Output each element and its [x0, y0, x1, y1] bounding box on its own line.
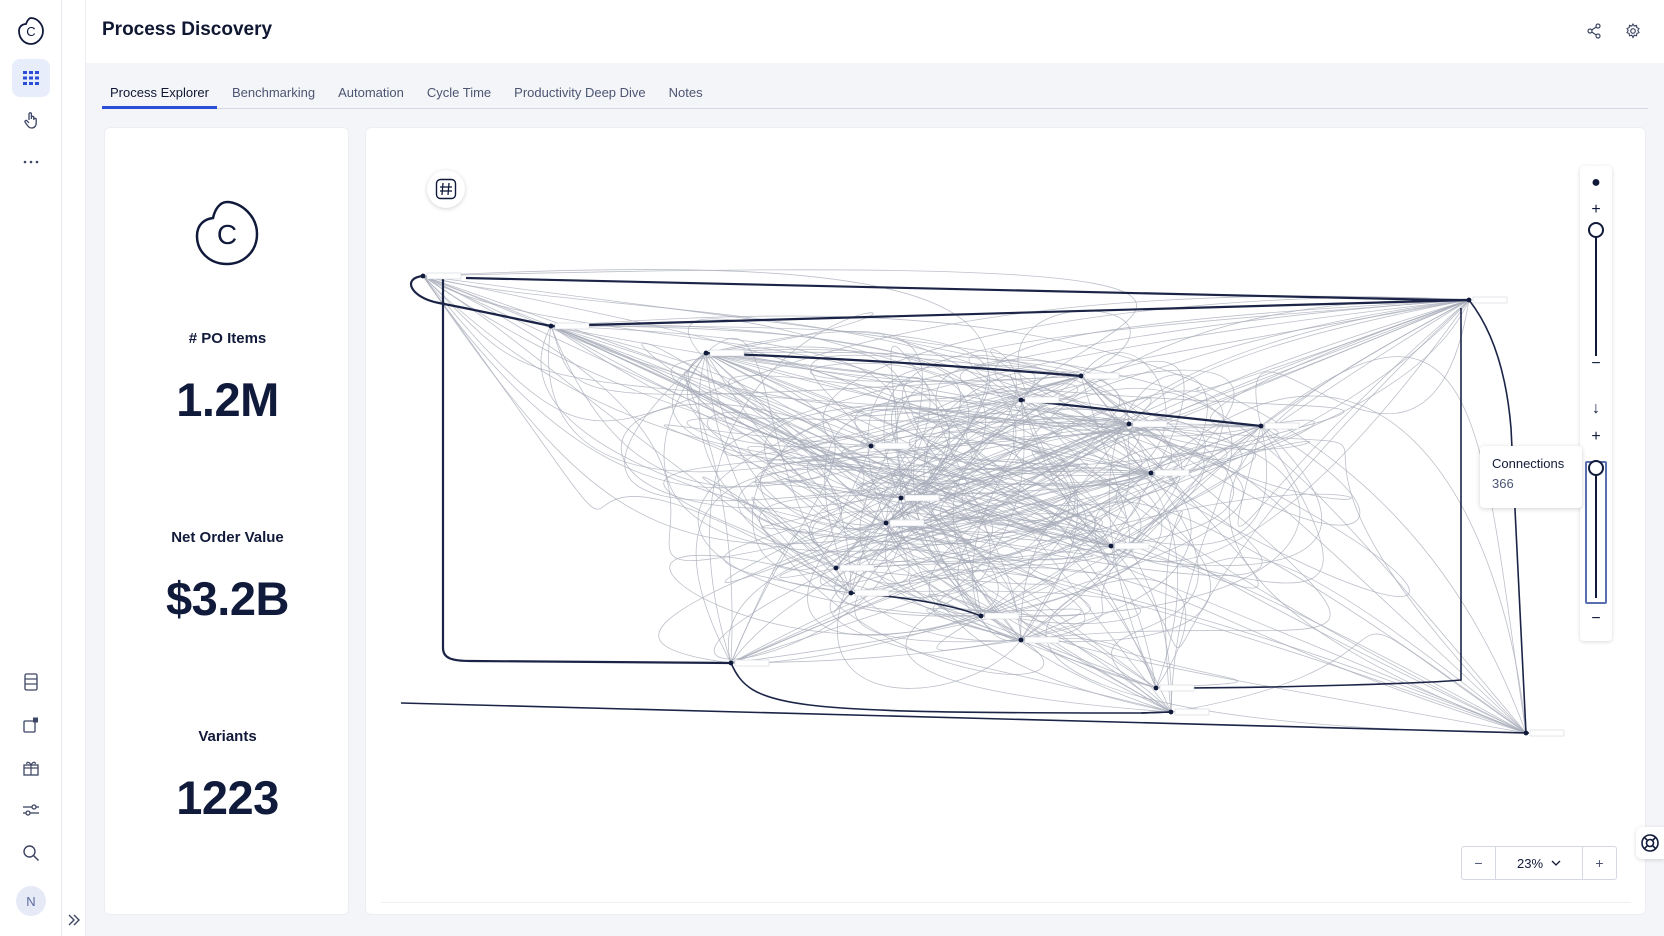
connections-slider-handle[interactable]	[1588, 460, 1604, 476]
sidebar-gutter	[62, 0, 86, 936]
activity-plus-button[interactable]: +	[1580, 202, 1612, 218]
connections-slider-track[interactable]	[1595, 466, 1597, 598]
po-items-value: 1.2M	[176, 373, 279, 426]
hand-pointer-icon[interactable]	[12, 101, 50, 139]
avatar[interactable]: N	[16, 886, 46, 916]
graph-sliders-panel: ● + − ↓ + −	[1580, 166, 1612, 641]
gear-icon[interactable]	[1622, 20, 1644, 42]
double-chevron-right-icon[interactable]	[64, 910, 84, 930]
connections-minus-button[interactable]: −	[1580, 611, 1612, 627]
external-link-icon[interactable]	[12, 706, 50, 744]
zoom-control: − 23% +	[1461, 846, 1617, 880]
share-icon[interactable]	[1583, 20, 1605, 42]
svg-text:C: C	[26, 24, 35, 39]
net-order-value-label: Net Order Value	[171, 529, 284, 546]
hash-icon[interactable]	[427, 170, 465, 208]
connections-arrow-icon: ↓	[1592, 400, 1600, 417]
connections-plus-button[interactable]: +	[1580, 429, 1612, 445]
search-icon[interactable]	[12, 834, 50, 872]
tab-notes[interactable]: Notes	[661, 82, 711, 109]
activity-slider-track[interactable]	[1595, 228, 1597, 356]
zoom-in-button[interactable]: +	[1583, 847, 1616, 879]
page-title: Process Discovery	[102, 19, 273, 40]
variants-label: Variants	[198, 728, 257, 745]
activity-slider-handle[interactable]	[1588, 222, 1604, 238]
sliders-icon[interactable]	[12, 791, 50, 829]
tab-bar: Process Explorer Benchmarking Automation…	[102, 82, 1648, 109]
tab-benchmarking[interactable]: Benchmarking	[224, 82, 323, 109]
process-graph[interactable]	[381, 128, 1631, 903]
variants-value: 1223	[176, 771, 279, 824]
po-items-label: # PO Items	[188, 330, 267, 347]
zoom-level-value: 23%	[1516, 855, 1544, 871]
tooltip-value: 366	[1492, 476, 1514, 491]
kpi-card: C # PO Items 1.2M Net Order Value $3.2B …	[104, 127, 349, 915]
tab-cycle-time[interactable]: Cycle Time	[419, 82, 499, 109]
zoom-level-select[interactable]: 23%	[1495, 847, 1583, 879]
logo-icon[interactable]: C	[12, 12, 50, 50]
svg-text:C: C	[217, 219, 237, 250]
connections-tooltip: Connections 366	[1480, 446, 1582, 508]
tab-process-explorer[interactable]: Process Explorer	[102, 82, 217, 109]
process-graph-card: ● + − ↓ + − Connections 366 − 23% +	[365, 127, 1646, 915]
more-icon[interactable]	[12, 143, 50, 181]
apps-grid-icon[interactable]	[12, 59, 50, 97]
document-icon[interactable]	[12, 663, 50, 701]
lifebuoy-icon[interactable]	[1636, 827, 1664, 859]
process-graph-canvas[interactable]: ● + − ↓ + − Connections 366 − 23% +	[381, 128, 1631, 903]
activity-minus-button[interactable]: −	[1580, 356, 1612, 372]
sidebar: C N	[0, 0, 62, 936]
gift-icon[interactable]	[12, 748, 50, 786]
tooltip-label: Connections	[1492, 456, 1565, 471]
zoom-out-button[interactable]: −	[1462, 847, 1495, 879]
net-order-value: $3.2B	[166, 572, 289, 625]
activity-dot-icon: ●	[1591, 174, 1601, 191]
tab-automation[interactable]: Automation	[330, 82, 412, 109]
tab-productivity-deep-dive[interactable]: Productivity Deep Dive	[506, 82, 654, 109]
chevron-down-icon	[1551, 860, 1561, 866]
header: Process Discovery	[86, 0, 1664, 63]
logo-icon: C	[193, 198, 261, 268]
